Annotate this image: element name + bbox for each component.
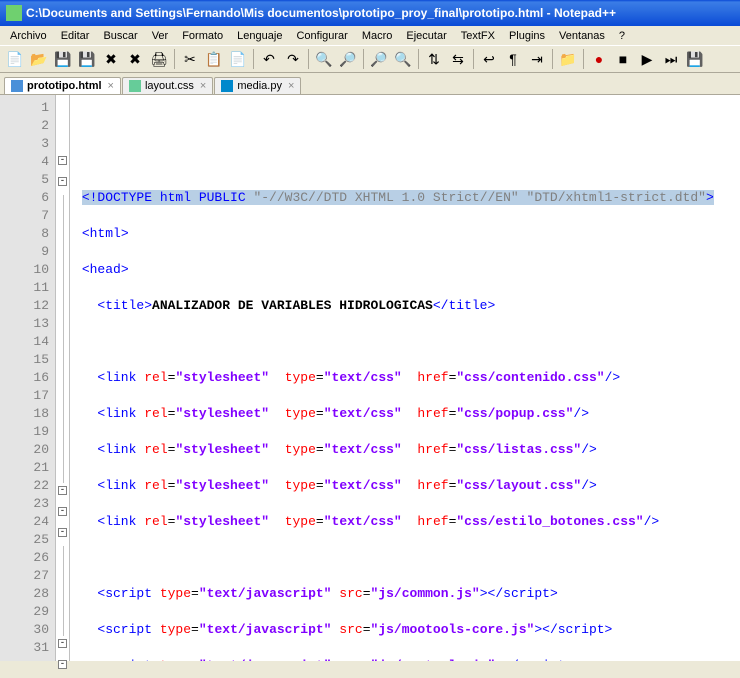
sync-h-icon[interactable]: ⇆ [447,48,469,70]
head-open: <head> [82,262,129,277]
print-icon[interactable]: 🖨 [148,48,170,70]
replace-icon[interactable]: 🔎 [337,48,359,70]
toolbar: 📄 📂 💾 💾 ✖ ✖ 🖨 ✂ 📋 📄 ↶ ↷ 🔍 🔎 🔎 🔍 ⇅ ⇆ ↩ ¶ … [0,45,740,73]
window-title: C:\Documents and Settings\Fernando\Mis d… [26,6,616,20]
separator-icon [253,49,254,69]
menu-help[interactable]: ? [613,29,631,43]
undo-icon[interactable]: ↶ [258,48,280,70]
app-icon [6,5,22,21]
play-icon[interactable]: ▶ [636,48,658,70]
stop-icon[interactable]: ■ [612,48,634,70]
menu-macro[interactable]: Macro [356,29,399,43]
tab-label: layout.css [145,80,194,92]
editor-area: 1234567891011121314151617181920212223242… [0,95,740,661]
separator-icon [552,49,553,69]
tab-bar: prototipo.html × layout.css × media.py × [0,73,740,95]
close-all-icon[interactable]: ✖ [124,48,146,70]
menu-archivo[interactable]: Archivo [4,29,53,43]
redo-icon[interactable]: ↷ [282,48,304,70]
open-file-icon[interactable]: 📂 [28,48,50,70]
save-macro-icon[interactable]: 💾 [684,48,706,70]
menu-lenguaje[interactable]: Lenguaje [231,29,288,43]
menu-textfx[interactable]: TextFX [455,29,501,43]
wrap-icon[interactable]: ↩ [478,48,500,70]
tab-label: media.py [237,80,282,92]
new-file-icon[interactable]: 📄 [4,48,26,70]
line-gutter: 1234567891011121314151617181920212223242… [0,95,56,661]
zoom-out-icon[interactable]: 🔍 [392,48,414,70]
window-titlebar: C:\Documents and Settings\Fernando\Mis d… [0,0,740,26]
tab-layout[interactable]: layout.css × [122,77,213,94]
tab-close-icon[interactable]: × [288,80,294,92]
find-icon[interactable]: 🔍 [313,48,335,70]
menu-ejecutar[interactable]: Ejecutar [400,29,452,43]
menu-bar: Archivo Editar Buscar Ver Formato Lengua… [0,26,740,45]
separator-icon [473,49,474,69]
separator-icon [308,49,309,69]
separator-icon [583,49,584,69]
tab-label: prototipo.html [27,80,102,92]
code-area[interactable]: <!DOCTYPE html PUBLIC "-//W3C//DTD XHTML… [70,95,740,661]
html-open: <html> [82,226,129,241]
menu-formato[interactable]: Formato [176,29,229,43]
py-file-icon [221,80,233,92]
allchars-icon[interactable]: ¶ [502,48,524,70]
zoom-in-icon[interactable]: 🔎 [368,48,390,70]
tab-close-icon[interactable]: × [108,80,114,92]
separator-icon [174,49,175,69]
copy-icon[interactable]: 📋 [203,48,225,70]
record-icon[interactable]: ● [588,48,610,70]
play-multi-icon[interactable]: ⏭ [660,48,682,70]
title-text: ANALIZADOR DE VARIABLES HIDROLOGICAS [152,298,433,313]
menu-buscar[interactable]: Buscar [97,29,143,43]
paste-icon[interactable]: 📄 [227,48,249,70]
doctype-str1: "-//W3C//DTD XHTML 1.0 Strict//EN" [253,190,518,205]
separator-icon [363,49,364,69]
doctype-str2: "DTD/xhtml1-strict.dtd" [527,190,706,205]
menu-ventanas[interactable]: Ventanas [553,29,611,43]
save-all-icon[interactable]: 💾 [76,48,98,70]
close-icon[interactable]: ✖ [100,48,122,70]
menu-configurar[interactable]: Configurar [290,29,353,43]
sync-v-icon[interactable]: ⇅ [423,48,445,70]
fold-gutter: ------- [56,95,70,661]
css-file-icon [129,80,141,92]
tab-close-icon[interactable]: × [200,80,206,92]
menu-ver[interactable]: Ver [146,29,175,43]
menu-plugins[interactable]: Plugins [503,29,551,43]
tab-prototipo[interactable]: prototipo.html × [4,77,121,94]
tab-media[interactable]: media.py × [214,77,301,94]
folder-icon[interactable]: 📁 [557,48,579,70]
menu-editar[interactable]: Editar [55,29,96,43]
save-icon[interactable]: 💾 [52,48,74,70]
separator-icon [418,49,419,69]
html-file-icon [11,80,23,92]
cut-icon[interactable]: ✂ [179,48,201,70]
indent-icon[interactable]: ⇥ [526,48,548,70]
